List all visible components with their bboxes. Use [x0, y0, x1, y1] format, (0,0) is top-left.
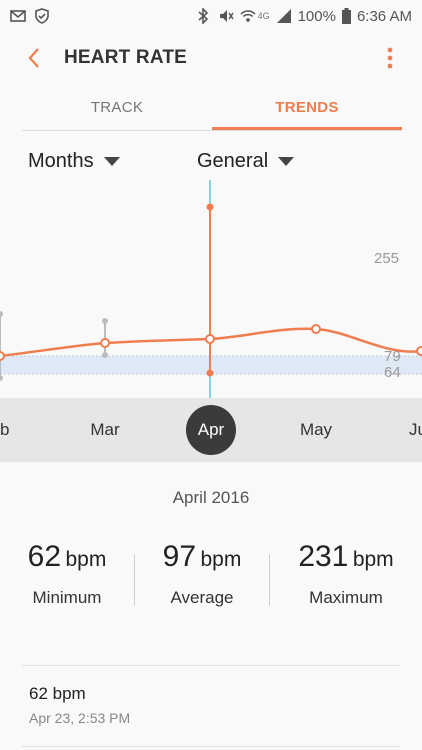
average-label: Average	[170, 588, 234, 607]
trend-plot	[0, 180, 422, 398]
back-button[interactable]	[14, 38, 54, 78]
status-bar: 4G 100% 6:36 AM	[0, 0, 422, 32]
battery-icon	[341, 8, 351, 24]
mar-min-dot	[102, 352, 108, 358]
more-vertical-icon	[387, 47, 393, 69]
period-dropdown[interactable]: Months	[28, 144, 120, 178]
average-unit: bpm	[200, 548, 242, 571]
month-mar[interactable]: Mar	[90, 398, 119, 462]
axis-label-mid: 79	[384, 348, 401, 365]
month-selector[interactable]: eb Mar Apr May Ju	[0, 398, 422, 462]
average-value: 97	[162, 540, 197, 573]
divider	[22, 665, 400, 666]
feb-min-dot	[0, 375, 3, 381]
record-value: 62 bpm	[29, 684, 86, 703]
maximum-unit: bpm	[352, 548, 394, 571]
type-dropdown[interactable]: General	[197, 144, 295, 178]
maximum-label: Maximum	[309, 588, 383, 607]
feb-max-dot	[0, 311, 3, 317]
month-may[interactable]: May	[300, 398, 332, 462]
heart-rate-trend-chart[interactable]: 255 79 64	[0, 180, 422, 398]
stat-divider	[269, 554, 270, 606]
signal-icon	[276, 8, 292, 24]
minimum-unit: bpm	[65, 548, 107, 571]
mail-icon	[10, 8, 26, 24]
tab-trends[interactable]: TRENDS	[212, 88, 402, 130]
apr-max-dot	[206, 203, 214, 211]
shield-icon	[34, 8, 50, 24]
network-type: 4G	[257, 11, 270, 21]
record-item[interactable]: 62 bpm Apr 23, 2:53 PM	[29, 684, 130, 726]
axis-label-lower: 64	[384, 364, 401, 381]
app-header: HEART RATE	[0, 32, 422, 84]
jun-average-point	[416, 346, 422, 356]
mar-max-dot	[102, 318, 108, 324]
stats-row: 62 bpm Minimum 97 bpm Average 231 bpm Ma…	[0, 540, 422, 630]
minimum-label: Minimum	[32, 588, 102, 607]
record-time: Apr 23, 2:53 PM	[29, 710, 131, 726]
more-options-button[interactable]	[378, 38, 402, 78]
apr-average-point	[205, 334, 215, 344]
caret-down-icon	[278, 156, 295, 166]
month-apr[interactable]: Apr	[186, 405, 236, 455]
caret-down-icon	[103, 156, 120, 166]
tab-track[interactable]: TRACK	[22, 88, 212, 130]
stat-average: 97 bpm Average	[137, 540, 267, 608]
tab-bar: TRACK TRENDS	[22, 88, 402, 131]
apr-min-dot	[206, 369, 214, 377]
wifi-icon	[239, 8, 256, 24]
chevron-left-icon	[28, 48, 39, 68]
axis-label-upper: 255	[374, 250, 400, 267]
feb-average-point	[0, 351, 5, 361]
maximum-value: 231	[298, 540, 349, 573]
page-title: HEART RATE	[64, 47, 188, 68]
month-jun[interactable]: Ju	[409, 398, 422, 462]
mar-average-point	[100, 338, 110, 348]
type-dropdown-value: General	[197, 149, 269, 172]
stat-divider	[134, 554, 135, 606]
minimum-value: 62	[27, 540, 62, 573]
divider	[22, 746, 400, 747]
month-feb[interactable]: eb	[0, 398, 9, 462]
stat-minimum: 62 bpm Minimum	[2, 540, 132, 608]
clock: 6:36 AM	[356, 7, 412, 25]
may-average-point	[311, 324, 321, 334]
mute-icon	[218, 8, 234, 24]
stat-maximum: 231 bpm Maximum	[281, 540, 411, 608]
bluetooth-icon	[196, 7, 212, 25]
period-dropdown-value: Months	[28, 149, 94, 172]
period-label: April 2016	[172, 488, 250, 507]
battery-percent: 100%	[297, 7, 336, 25]
